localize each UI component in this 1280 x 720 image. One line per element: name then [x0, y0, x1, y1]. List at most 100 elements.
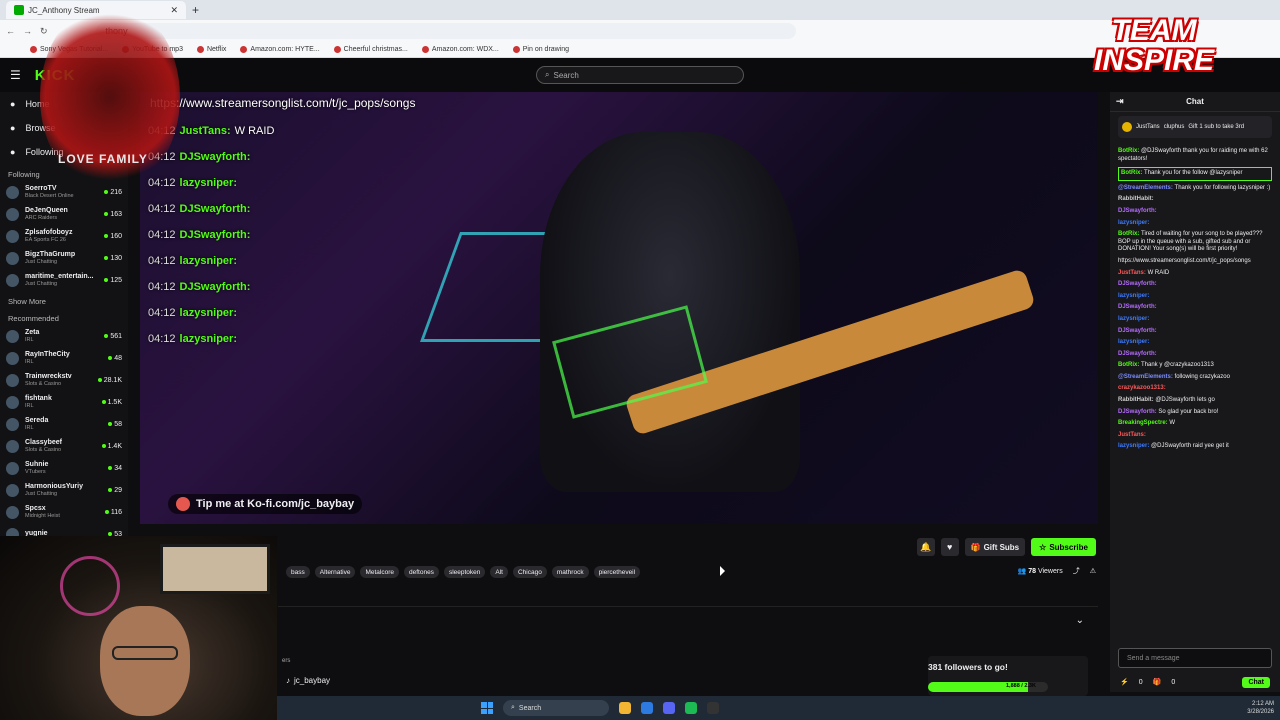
glasses: [112, 646, 178, 660]
new-tab-icon[interactable]: +: [192, 3, 199, 17]
gift-count: 0: [1171, 678, 1176, 686]
tag-pill[interactable]: Alternative: [314, 566, 356, 578]
follow-heart-icon[interactable]: ♥: [940, 538, 959, 556]
channel-item[interactable]: Zeta IRL 561: [0, 325, 128, 347]
chat-username[interactable]: BotRix:: [1118, 362, 1141, 368]
tag-pill[interactable]: deftones: [404, 566, 439, 578]
bookmark-item[interactable]: Amazon.com: HYTE...: [240, 46, 320, 53]
pinned-user-2: cluphus: [1163, 124, 1185, 130]
chat-username[interactable]: RabbitHabit:: [1118, 397, 1155, 403]
overlay-chat: 04:12JustTans:W RAID04:12DJSwayforth:04:…: [148, 118, 274, 352]
tag-pill[interactable]: piercetheveil: [593, 566, 641, 578]
chat-username[interactable]: BotRix:: [1118, 231, 1141, 237]
channel-item[interactable]: RayInTheCity IRL 48: [0, 347, 128, 369]
report-icon[interactable]: ⚠: [1090, 567, 1096, 575]
channel-item[interactable]: Trainwreckstv Slots & Casino 28.1K: [0, 369, 128, 391]
system-clock[interactable]: 2:12 AM 3/28/2026: [1247, 700, 1274, 716]
obs-icon[interactable]: [707, 702, 719, 714]
back-icon[interactable]: ←: [6, 26, 15, 36]
stream-info: 🔔 ♥ 🎁 Gift Subs ☆ Subscribe bass Alternativ…: [278, 534, 1098, 594]
app-root: JC_Anthony Stream ✕ + ← → ↻ thony Sony V…: [0, 0, 1280, 720]
chat-username[interactable]: DJSwayforth:: [1118, 304, 1157, 310]
tag-pill[interactable]: Chicago: [512, 566, 547, 578]
spotify-icon[interactable]: [685, 702, 697, 714]
tag-pill[interactable]: Metalcore: [360, 566, 399, 578]
address-bar[interactable]: thony: [95, 23, 796, 39]
channel-item[interactable]: fishtank IRL 1.5K: [0, 391, 128, 413]
tag-pill[interactable]: mathrock: [551, 566, 589, 578]
channel-item[interactable]: HarmoniousYuriy Just Chatting 29: [0, 479, 128, 501]
close-icon[interactable]: ✕: [170, 5, 178, 16]
chat-username[interactable]: @StreamElements:: [1118, 374, 1175, 380]
chat-username[interactable]: BotRix:: [1118, 148, 1141, 154]
chat-username[interactable]: crazykazoo1313:: [1118, 385, 1166, 391]
video-player[interactable]: https://www.streamersonglist.com/t/jc_po…: [140, 92, 1098, 524]
points-icon[interactable]: ⚡: [1120, 678, 1129, 686]
bookmark-item[interactable]: Netflix: [196, 46, 226, 53]
chat-username[interactable]: BreakingSpectre:: [1118, 420, 1169, 426]
bookmark-item[interactable]: Pin on drawing: [512, 46, 569, 53]
bookmark-item[interactable]: Amazon.com: WDX...: [421, 46, 499, 53]
channel-item[interactable]: Spcsx Midnight Heist 116: [0, 501, 128, 523]
chat-username[interactable]: @StreamElements:: [1118, 185, 1175, 191]
gift-icon[interactable]: 🎁: [1153, 678, 1162, 686]
send-chat-button[interactable]: Chat: [1242, 676, 1270, 688]
chat-username[interactable]: BotRix:: [1121, 170, 1144, 176]
chat-username[interactable]: lazysniper:: [1118, 293, 1149, 299]
taskbar-search[interactable]: ⌕ Search: [503, 700, 609, 716]
goal-title: 381 followers to go!: [928, 662, 1008, 672]
gift-subs-button[interactable]: 🎁 Gift Subs: [964, 538, 1026, 556]
tag-pill[interactable]: bass: [286, 566, 310, 578]
channel-item[interactable]: Sereda IRL 58: [0, 413, 128, 435]
chat-username[interactable]: DJSwayforth:: [1118, 328, 1157, 334]
bell-icon[interactable]: 🔔: [916, 538, 935, 556]
love-family-sticker: LOVE FAMILY: [40, 2, 180, 192]
reload-icon[interactable]: ↻: [40, 26, 48, 37]
channel-item[interactable]: Zplsafofoboyz EA Sports FC 26 160: [0, 225, 128, 247]
chat-username[interactable]: JustTans:: [1118, 432, 1146, 438]
chat-username[interactable]: lazysniper:: [1118, 316, 1149, 322]
chrome-icon[interactable]: [641, 702, 653, 714]
star-icon: ☆: [1039, 542, 1047, 552]
streamer-name: jc_baybay: [294, 676, 331, 685]
team-logo-line2: INSPIRE: [1093, 44, 1215, 77]
chat-username[interactable]: JustTans:: [1118, 270, 1148, 276]
tag-pill[interactable]: sleeptoken: [443, 566, 486, 578]
channel-item[interactable]: BigzThaGrump Just Chatting 130: [0, 247, 128, 269]
collapse-chat-icon[interactable]: ⇥: [1116, 96, 1124, 107]
chat-username[interactable]: lazysniper:: [1118, 339, 1149, 345]
avatar: [6, 229, 19, 243]
menu-icon[interactable]: ☰: [10, 68, 21, 82]
streamer-link[interactable]: ♪ jc_baybay: [286, 676, 330, 685]
chat-username[interactable]: RabbitHabit:: [1118, 196, 1154, 202]
bookmark-item[interactable]: Cheerful christmas...: [333, 46, 408, 53]
chat-input[interactable]: Send a message: [1118, 648, 1272, 668]
file-explorer-icon[interactable]: [619, 702, 631, 714]
show-more-link[interactable]: Show More: [0, 291, 128, 308]
collapse-toggle[interactable]: ⌄: [278, 606, 1098, 634]
chat-username[interactable]: DJSwayforth:: [1118, 208, 1157, 214]
search-placeholder: Search: [553, 70, 579, 80]
avatar: [6, 329, 19, 343]
channel-item[interactable]: Suhnie VTubers 34: [0, 457, 128, 479]
channel-item[interactable]: Classybeef Slots & Casino 1.4K: [0, 435, 128, 457]
share-icon[interactable]: ⤴: [1073, 566, 1080, 576]
discord-icon[interactable]: [663, 702, 675, 714]
chat-username[interactable]: DJSwayforth:: [1118, 351, 1157, 357]
wall-photo: [160, 544, 270, 594]
chat-username[interactable]: DJSwayforth:: [1118, 409, 1158, 415]
forward-icon[interactable]: →: [23, 26, 32, 36]
windows-start-icon[interactable]: [481, 702, 493, 714]
tag-pill[interactable]: Alt: [490, 566, 508, 578]
chat-username[interactable]: lazysniper:: [1118, 220, 1149, 226]
chat-username[interactable]: DJSwayforth:: [1118, 281, 1157, 287]
coin-icon: [1122, 122, 1132, 132]
chat-username[interactable]: lazysniper:: [1118, 443, 1151, 449]
subscribe-button[interactable]: ☆ Subscribe: [1031, 538, 1096, 556]
channel-name: HarmoniousYuriy: [25, 482, 83, 490]
chat-message: https://www.streamersonglist.com/t/jc_po…: [1118, 258, 1272, 266]
channel-item[interactable]: maritime_entertain... Just Chatting 125: [0, 269, 128, 291]
avatar: [6, 351, 19, 365]
search-input[interactable]: ⌕ Search: [536, 66, 744, 84]
channel-item[interactable]: DeJenQueen ARC Raiders 163: [0, 203, 128, 225]
